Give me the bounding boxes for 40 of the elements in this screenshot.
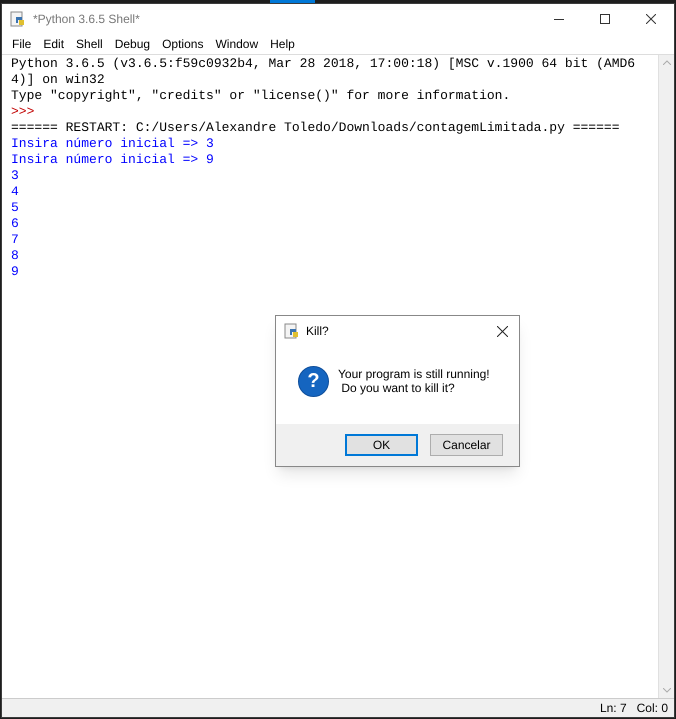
menu-item[interactable]: Shell	[70, 35, 109, 53]
shell-line: 8	[11, 248, 19, 264]
close-icon	[496, 326, 508, 336]
minimize-icon	[554, 18, 564, 20]
python-icon	[284, 323, 300, 339]
shell-line: ====== RESTART: C:/Users/Alexandre Toledo/Downloads/contagemLimitada.py ======	[11, 120, 620, 136]
line-number-status: Ln: 7	[600, 700, 627, 717]
menu-item[interactable]: Help	[264, 35, 301, 53]
scroll-up-icon	[662, 60, 670, 65]
shell-line: 4	[11, 184, 19, 200]
dialog-message: Do you want to kill it?	[340, 381, 455, 395]
dialog-button[interactable]: Cancelar	[430, 434, 503, 456]
shell-line: Insira número inicial => 3	[11, 136, 214, 152]
menu-item[interactable]: Debug	[108, 35, 156, 53]
shell-line: 3	[11, 168, 19, 184]
close-icon	[646, 14, 656, 24]
shell-line: 6	[11, 216, 19, 232]
shell-line: Python 3.6.5 (v3.6.5:f59c0932b4, Mar 28 2018, 17:00:18) [MSC v.1900 64 bit (AMD6	[11, 56, 636, 72]
dialog-title: Kill?	[306, 323, 329, 340]
menu-item[interactable]: Edit	[37, 35, 70, 53]
shell-line: 5	[11, 200, 19, 216]
python-icon	[10, 11, 26, 27]
scroll-down-icon	[662, 688, 670, 693]
dialog-message: Your program is still running!	[338, 367, 490, 381]
shell-line: Type "copyright", "credits" or "license()" for more information.	[11, 88, 510, 104]
dialog-button[interactable]: OK	[345, 434, 418, 456]
menu-item[interactable]: Options	[156, 35, 210, 53]
maximize-icon	[600, 14, 610, 24]
menu-item[interactable]: Window	[209, 35, 264, 53]
question-icon: ?	[298, 366, 329, 396]
menu-item[interactable]: File	[6, 35, 38, 53]
shell-line: 7	[11, 232, 19, 248]
shell-line: >>>	[11, 104, 34, 120]
shell-line: 9	[11, 264, 19, 280]
shell-line: 4)] on win32	[11, 72, 105, 88]
shell-line: Insira número inicial => 9	[11, 152, 214, 168]
scrollbar[interactable]	[658, 55, 674, 698]
window-title: *Python 3.6.5 Shell*	[33, 11, 140, 28]
column-status: Col: 0	[636, 700, 668, 717]
close-button[interactable]	[494, 323, 510, 339]
